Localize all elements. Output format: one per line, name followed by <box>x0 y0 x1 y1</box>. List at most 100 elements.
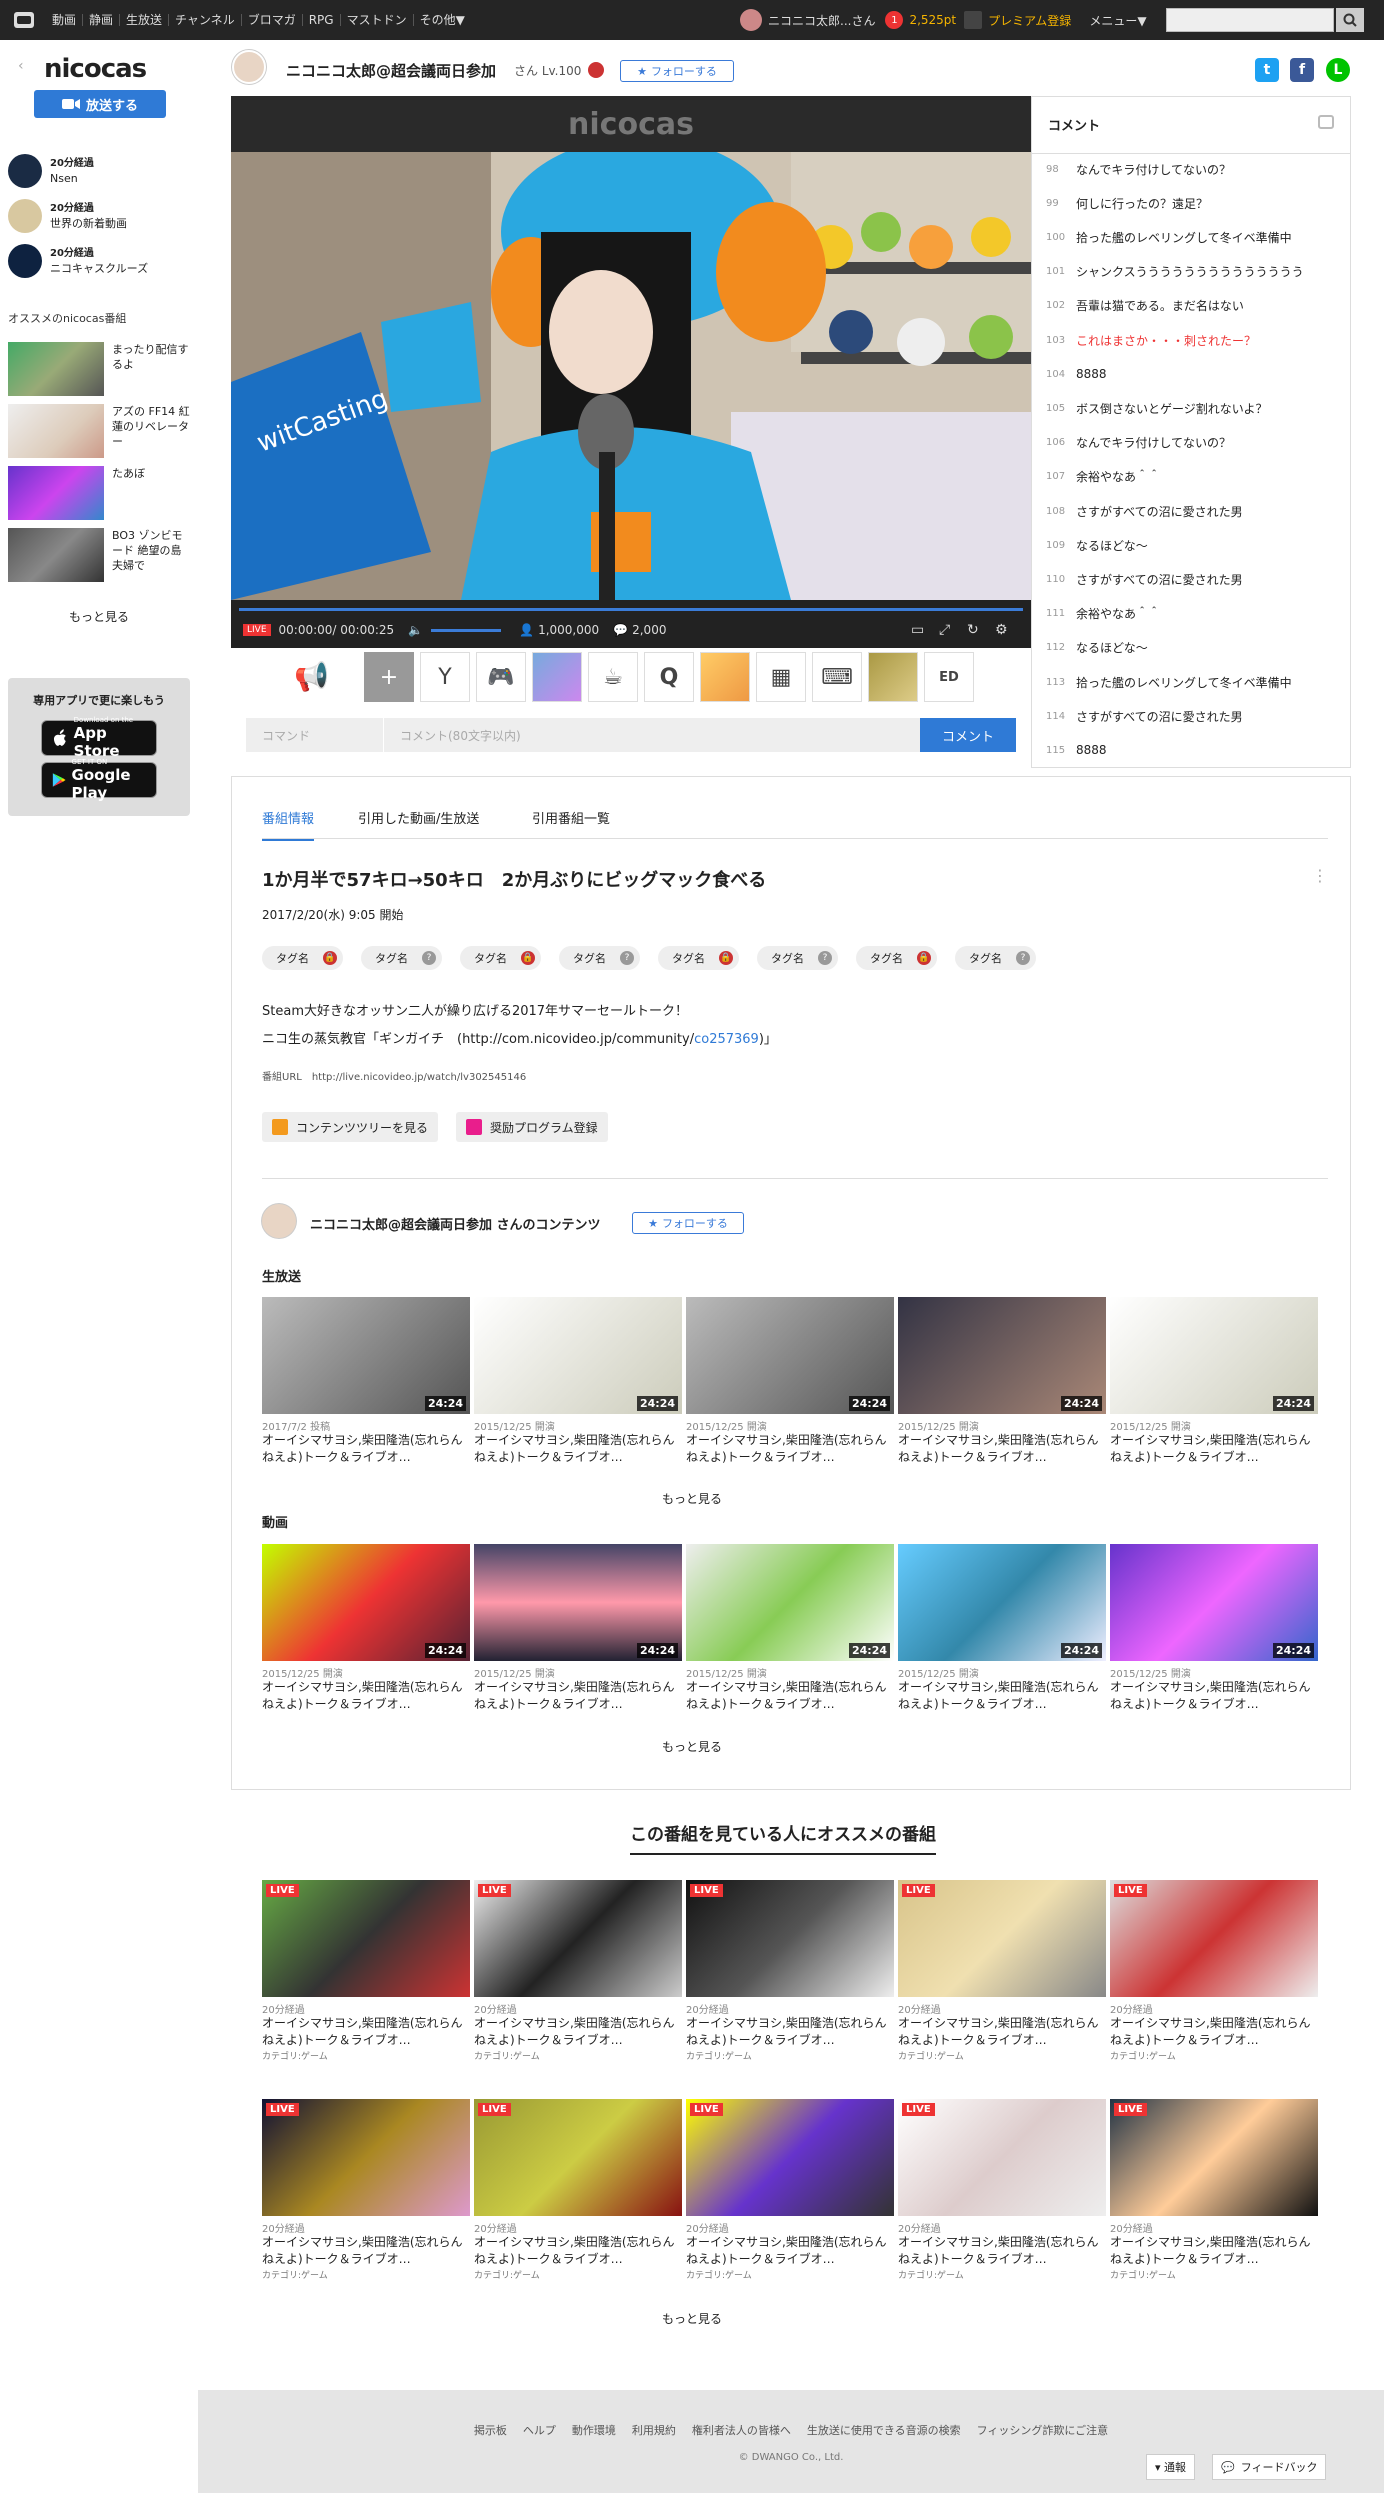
nav-live[interactable]: 生放送 <box>120 14 170 26</box>
tag-chip[interactable]: タグ名 🔒 <box>658 946 739 970</box>
host-avatar[interactable] <box>262 1204 296 1238</box>
video-frame[interactable]: witCasting <box>231 152 1031 600</box>
nicocas-logo[interactable]: nicocas <box>44 54 147 84</box>
card-thumbnail[interactable]: 24:24 <box>898 1297 1106 1414</box>
card-title[interactable]: オーイシマサヨシ,柴田隆浩(忘れらんねえよ)トーク＆ライブオ… <box>474 2015 682 2049</box>
premium-link[interactable]: プレミアム登録 <box>988 12 1071 29</box>
tab-program-info[interactable]: 番組情報 <box>262 808 315 841</box>
appstore-button[interactable]: Download on the App Store <box>41 716 157 760</box>
content-card[interactable]: 24:24 2015/12/25 開演 オーイシマサヨシ,柴田隆浩(忘れらんねえよ)… <box>898 1297 1106 1466</box>
tag-chip[interactable]: タグ名? <box>757 946 838 970</box>
card-title[interactable]: オーイシマサヨシ,柴田隆浩(忘れらんねえよ)トーク＆ライブオ… <box>474 2234 682 2268</box>
user-name[interactable]: ニコニコ太郎...さん <box>768 12 875 29</box>
card-title[interactable]: オーイシマサヨシ,柴田隆浩(忘れらんねえよ)トーク＆ライブオ… <box>898 1432 1106 1466</box>
card-thumbnail[interactable]: LIVE <box>686 2099 894 2216</box>
niconico-tv-icon[interactable] <box>14 12 34 28</box>
more-vert-icon[interactable]: ⋮ <box>1312 866 1328 885</box>
card-title[interactable]: オーイシマサヨシ,柴田隆浩(忘れらんねえよ)トーク＆ライブオ… <box>262 2015 470 2049</box>
settings-gear-icon[interactable]: ⚙ <box>995 622 1011 638</box>
comment-input[interactable]: コメント(80文字以内) <box>384 718 920 752</box>
card-title[interactable]: オーイシマサヨシ,柴田隆浩(忘れらんねえよ)トーク＆ライブオ… <box>1110 1679 1318 1713</box>
line-icon[interactable]: L <box>1326 58 1350 82</box>
card-title[interactable]: オーイシマサヨシ,柴田隆浩(忘れらんねえよ)トーク＆ライブオ… <box>686 2015 894 2049</box>
card-title[interactable]: オーイシマサヨシ,柴田隆浩(忘れらんねえよ)トーク＆ライブオ… <box>898 1679 1106 1713</box>
card-thumbnail[interactable]: 24:24 <box>1110 1544 1318 1661</box>
lock-icon[interactable]: 🔒 <box>323 951 337 965</box>
card-thumbnail[interactable]: LIVE <box>1110 1880 1318 1997</box>
recommend-card[interactable]: LIVE 20分経過 オーイシマサヨシ,柴田隆浩(忘れらんねえよ)トーク＆ライブオ…… <box>1110 1880 1318 2062</box>
sidebar-rec-item[interactable]: BO3 ゾンビモード 絶望の島 夫婦で <box>8 528 190 584</box>
card-title[interactable]: オーイシマサヨシ,柴田隆浩(忘れらんねえよ)トーク＆ライブオ… <box>262 2234 470 2268</box>
comment-submit-button[interactable]: コメント <box>920 718 1016 752</box>
volume-slider[interactable] <box>431 628 502 632</box>
fullscreen-icon[interactable]: ⤢ <box>939 622 955 638</box>
card-title[interactable]: オーイシマサヨシ,柴田隆浩(忘れらんねえよ)トーク＆ライブオ… <box>474 1679 682 1713</box>
card-title[interactable]: オーイシマサヨシ,柴田隆浩(忘れらんねえよ)トーク＆ライブオ… <box>474 1432 682 1466</box>
card-thumbnail[interactable]: 24:24 <box>686 1297 894 1414</box>
help-icon[interactable]: ? <box>818 951 832 965</box>
nav-blomaga[interactable]: ブロマガ <box>242 14 303 26</box>
sidebar-rec-item[interactable]: アズの FF14 紅蓮のリベレーター <box>8 404 190 460</box>
host-name[interactable]: ニコニコ太郎@超会議両日参加 <box>286 60 496 81</box>
comment-toggle-icon[interactable]: ▭ <box>911 622 927 638</box>
recommend-card[interactable]: LIVE 20分経過 オーイシマサヨシ,柴田隆浩(忘れらんねえよ)トーク＆ライブオ…… <box>1110 2099 1318 2281</box>
footer-link[interactable]: 動作環境 <box>572 2422 616 2438</box>
report-button[interactable]: ▾ 通報 <box>1146 2454 1196 2480</box>
search-button[interactable] <box>1336 8 1364 32</box>
card-title[interactable]: オーイシマサヨシ,柴田隆浩(忘れらんねえよ)トーク＆ライブオ… <box>262 1432 470 1466</box>
content-card[interactable]: 24:24 2015/12/25 開演 オーイシマサヨシ,柴田隆浩(忘れらんねえよ)… <box>474 1297 682 1466</box>
card-thumbnail[interactable]: LIVE <box>262 2099 470 2216</box>
q-icon[interactable]: Q <box>644 652 694 702</box>
recommend-card[interactable]: LIVE 20分経過 オーイシマサヨシ,柴田隆浩(忘れらんねえよ)トーク＆ライブオ…… <box>262 2099 470 2281</box>
card-thumbnail[interactable]: 24:24 <box>262 1297 470 1414</box>
channel-item[interactable]: 20分経過 世界の新着動画 <box>8 197 127 235</box>
broadcast-button[interactable]: 放送する <box>34 90 166 118</box>
tab-cited-content[interactable]: 引用した動画/生放送 <box>358 808 479 827</box>
nav-seiga[interactable]: 静画 <box>83 14 121 26</box>
card-thumbnail[interactable]: LIVE <box>262 1880 470 1997</box>
footer-link[interactable]: 利用規約 <box>632 2422 676 2438</box>
channel-item[interactable]: 20分経過 ニコキャスクルーズ <box>8 242 148 280</box>
card-thumbnail[interactable]: LIVE <box>474 1880 682 1997</box>
chevron-left-icon[interactable]: ‹ <box>18 58 24 74</box>
lock-icon[interactable]: 🔒 <box>521 951 535 965</box>
menu-button[interactable]: メニュー▼ <box>1089 12 1146 29</box>
anime-item-icon[interactable] <box>532 652 582 702</box>
card-thumbnail[interactable]: 24:24 <box>1110 1297 1318 1414</box>
character-item-icon[interactable] <box>700 652 750 702</box>
card-thumbnail[interactable]: 24:24 <box>474 1544 682 1661</box>
tag-chip[interactable]: タグ名? <box>361 946 442 970</box>
reload-icon[interactable]: ↻ <box>967 622 983 638</box>
twitter-icon[interactable]: t <box>1255 58 1279 82</box>
card-thumbnail[interactable]: LIVE <box>1110 2099 1318 2216</box>
incentive-program-button[interactable]: 奨励プログラム登録 <box>456 1112 608 1142</box>
content-card[interactable]: 24:24 2015/12/25 開演 オーイシマサヨシ,柴田隆浩(忘れらんねえよ)… <box>1110 1297 1318 1466</box>
tag-chip[interactable]: タグ名 🔒 <box>460 946 541 970</box>
content-card[interactable]: 24:24 2015/12/25 開演 オーイシマサヨシ,柴田隆浩(忘れらんねえよ)… <box>474 1544 682 1713</box>
card-title[interactable]: オーイシマサヨシ,柴田隆浩(忘れらんねえよ)トーク＆ライブオ… <box>686 1679 894 1713</box>
picture-item-icon[interactable] <box>868 652 918 702</box>
content-card[interactable]: 24:24 2017/7/2 投稿 オーイシマサヨシ,柴田隆浩(忘れらんねえよ)トー… <box>262 1297 470 1466</box>
content-card[interactable]: 24:24 2015/12/25 開演 オーイシマサヨシ,柴田隆浩(忘れらんねえよ)… <box>686 1297 894 1466</box>
seek-bar[interactable] <box>239 608 1023 611</box>
recommend-card[interactable]: LIVE 20分経過 オーイシマサヨシ,柴田隆浩(忘れらんねえよ)トーク＆ライブオ…… <box>474 2099 682 2281</box>
footer-link[interactable]: 権利者法人の皆様へ <box>692 2422 791 2438</box>
card-title[interactable]: オーイシマサヨシ,柴田隆浩(忘れらんねえよ)トーク＆ライブオ… <box>686 1432 894 1466</box>
user-avatar[interactable] <box>740 9 762 31</box>
help-icon[interactable]: ? <box>620 951 634 965</box>
follow-button[interactable]: ★ フォローする <box>632 1212 744 1234</box>
more-live-link[interactable]: もっと見る <box>0 1490 1384 1507</box>
command-input[interactable]: コマンド <box>246 718 384 752</box>
more-recommend-link[interactable]: もっと見る <box>0 2310 1384 2327</box>
recommend-card[interactable]: LIVE 20分経過 オーイシマサヨシ,柴田隆浩(忘れらんねえよ)トーク＆ライブオ…… <box>898 2099 1106 2281</box>
footer-link[interactable]: 生放送に使用できる音源の検索 <box>807 2422 961 2438</box>
add-icon[interactable]: + <box>364 652 414 702</box>
sidebar-rec-item[interactable]: たあぼ <box>8 466 190 522</box>
recommend-card[interactable]: LIVE 20分経過 オーイシマサヨシ,柴田隆浩(忘れらんねえよ)トーク＆ライブオ…… <box>686 1880 894 2062</box>
content-card[interactable]: 24:24 2015/12/25 開演 オーイシマサヨシ,柴田隆浩(忘れらんねえよ)… <box>262 1544 470 1713</box>
facebook-icon[interactable]: f <box>1290 58 1314 82</box>
card-title[interactable]: オーイシマサヨシ,柴田隆浩(忘れらんねえよ)トーク＆ライブオ… <box>1110 2234 1318 2268</box>
content-card[interactable]: 24:24 2015/12/25 開演 オーイシマサヨシ,柴田隆浩(忘れらんねえよ)… <box>1110 1544 1318 1713</box>
grid-icon[interactable]: ▦ <box>756 652 806 702</box>
megaphone-icon[interactable]: 📢 <box>294 660 329 693</box>
